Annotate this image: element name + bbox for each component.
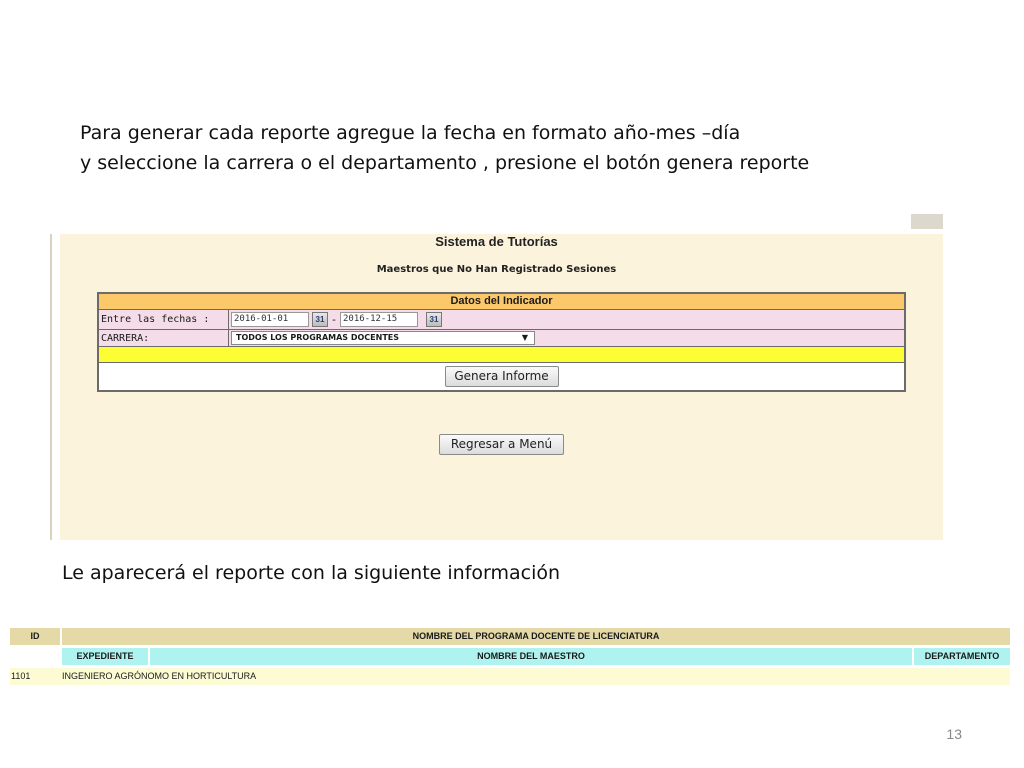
- date-from-input[interactable]: 2016-01-01: [231, 312, 309, 327]
- dates-label: Entre las fechas :: [99, 310, 229, 329]
- header-expediente: EXPEDIENTE: [62, 648, 148, 665]
- report-subheader-row: EXPEDIENTE NOMBRE DEL MAESTRO DEPARTAMEN…: [62, 648, 1010, 665]
- carrera-value: TODOS LOS PROGRAMAS DOCENTES ▼: [229, 330, 904, 346]
- form-header: Datos del Indicador: [99, 294, 904, 310]
- screenshot-corner: [911, 214, 943, 229]
- carrera-row: CARRERA: TODOS LOS PROGRAMAS DOCENTES ▼: [99, 330, 904, 347]
- dates-value: 2016-01-01 31 - 2016-12-15 31: [229, 310, 904, 329]
- instructions-line-1: Para generar cada reporte agregue la fec…: [80, 122, 741, 144]
- carrera-selected-value: TODOS LOS PROGRAMAS DOCENTES: [236, 333, 400, 342]
- app-screenshot: Sistema de Tutorías Maestros que No Han …: [50, 214, 943, 540]
- instructions-text: Para generar cada reporte agregue la fec…: [80, 118, 809, 178]
- date-separator: -: [332, 313, 336, 326]
- regresar-menu-button[interactable]: Regresar a Menú: [439, 434, 564, 455]
- button-row: Genera Informe: [99, 363, 904, 390]
- screenshot-left-border: [50, 234, 52, 540]
- carrera-select[interactable]: TODOS LOS PROGRAMAS DOCENTES ▼: [231, 331, 535, 345]
- dates-row: Entre las fechas : 2016-01-01 31 - 2016-…: [99, 310, 904, 330]
- calendar-to-icon[interactable]: 31: [426, 312, 442, 327]
- carrera-label: CARRERA:: [99, 330, 229, 346]
- genera-informe-button[interactable]: Genera Informe: [444, 366, 559, 387]
- row-programa: INGENIERO AGRÓNOMO EN HORTICULTURA: [62, 671, 257, 681]
- header-departamento: DEPARTAMENTO: [914, 648, 1010, 665]
- header-id: ID: [10, 628, 60, 645]
- instructions-line-2: y seleccione la carrera o el departament…: [80, 152, 810, 174]
- app-title: Sistema de Tutorías: [435, 234, 558, 249]
- table-row: 1101 INGENIERO AGRÓNOMO EN HORTICULTURA: [10, 668, 1010, 685]
- date-to-input[interactable]: 2016-12-15: [340, 312, 418, 327]
- report-table: ID NOMBRE DEL PROGRAMA DOCENTE DE LICENC…: [10, 628, 1010, 685]
- row-id: 1101: [11, 671, 31, 681]
- indicator-form: Datos del Indicador Entre las fechas : 2…: [97, 292, 906, 392]
- header-programa: NOMBRE DEL PROGRAMA DOCENTE DE LICENCIAT…: [62, 628, 1010, 645]
- app-subtitle: Maestros que No Han Registrado Sesiones: [376, 264, 617, 275]
- report-intro-text: Le aparecerá el reporte con la siguiente…: [62, 562, 561, 584]
- dropdown-arrow-icon: ▼: [521, 333, 528, 342]
- calendar-from-icon[interactable]: 31: [312, 312, 328, 327]
- header-maestro: NOMBRE DEL MAESTRO: [150, 648, 912, 665]
- slide-number: 13: [946, 726, 962, 742]
- report-header-row: ID NOMBRE DEL PROGRAMA DOCENTE DE LICENC…: [10, 628, 1010, 645]
- spacer-row: [99, 347, 904, 363]
